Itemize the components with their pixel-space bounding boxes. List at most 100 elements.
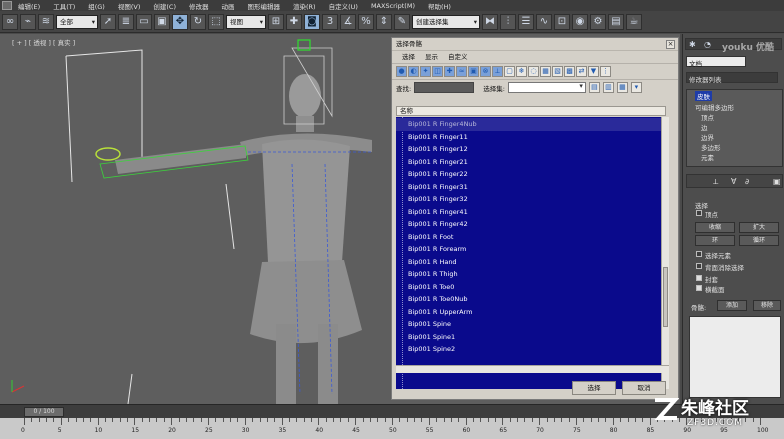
stack-item-polygon[interactable]: 多边形	[701, 142, 721, 152]
select-manipulate-icon[interactable]: ✚	[286, 13, 302, 30]
display-helpers-icon[interactable]: ✚	[444, 66, 455, 77]
selection-set-add-icon[interactable]: ▥	[602, 82, 614, 93]
percent-snap-icon[interactable]: %	[358, 13, 374, 30]
cancel-button[interactable]: 取消	[622, 381, 666, 395]
envelopes-checkbox[interactable]	[696, 275, 702, 281]
stack-item-skin[interactable]: 皮肤	[695, 91, 712, 101]
list-horizontal-scrollbar[interactable]	[396, 365, 669, 373]
display-bones-icon[interactable]: ⟂	[492, 66, 503, 77]
selection-set-dropdown[interactable]	[507, 82, 586, 93]
bones-list[interactable]	[689, 316, 781, 398]
named-selection-sets-dropdown[interactable]: 创建选择集	[412, 14, 480, 29]
dialog-menu-display[interactable]: 显示	[425, 51, 438, 63]
make-unique-icon[interactable]: ∂	[745, 177, 749, 186]
render-setup-icon[interactable]: ⚙	[590, 13, 606, 30]
menu-help[interactable]: 帮助(H)	[424, 1, 460, 11]
reference-coordinate-dropdown[interactable]: 视图	[226, 14, 266, 29]
display-invert-icon[interactable]: ▩	[564, 66, 575, 77]
keyboard-shortcut-icon[interactable]: ◙	[304, 13, 320, 30]
bone-list-item[interactable]: Bip001 Spine2	[396, 343, 661, 356]
menu-create[interactable]: 创建(C)	[149, 1, 185, 11]
display-geometry-icon[interactable]: ●	[396, 66, 407, 77]
add-bone-button[interactable]: 添加	[717, 300, 747, 311]
list-vertical-scrollbar[interactable]	[661, 117, 669, 389]
viewport-label[interactable]: [ + ] [ 透视 ] [ 真实 ]	[12, 37, 75, 47]
scrollbar-thumb[interactable]	[663, 267, 668, 327]
configure-sets-icon[interactable]: ▣	[773, 177, 781, 186]
bone-list-item[interactable]: Bip001 R Hand	[396, 256, 661, 269]
mirror-icon[interactable]: ⧓	[482, 13, 498, 30]
display-lights-icon[interactable]: ✦	[420, 66, 431, 77]
menu-views[interactable]: 视图(V)	[114, 1, 150, 11]
ring-button[interactable]: 环	[695, 235, 735, 246]
menu-group[interactable]: 组(G)	[84, 1, 114, 11]
link-icon[interactable]: ∞	[2, 13, 18, 30]
show-end-result-icon[interactable]: ∀	[731, 177, 736, 186]
selection-set-remove-icon[interactable]: ▦	[616, 82, 628, 93]
dialog-menu-select[interactable]: 选择	[402, 51, 415, 63]
menu-tools[interactable]: 工具(T)	[49, 1, 84, 11]
stack-item-vertex[interactable]: 顶点	[701, 112, 714, 122]
render-icon[interactable]: ☕	[626, 13, 642, 30]
bone-list-item[interactable]: Bip001 R Toe0	[396, 281, 661, 294]
pivot-center-icon[interactable]: ⊞	[268, 13, 284, 30]
snap-3-icon[interactable]: 3	[322, 13, 338, 30]
bone-list-item[interactable]: Bip001 R Finger11	[396, 131, 661, 144]
display-frozen-icon[interactable]: ❄	[516, 66, 527, 77]
bone-list-item[interactable]: Bip001 R Foot	[396, 231, 661, 244]
menu-modifiers[interactable]: 修改器	[185, 1, 218, 11]
selection-filter-dropdown[interactable]: 全部	[56, 14, 98, 29]
display-xrefs-icon[interactable]: ⊗	[480, 66, 491, 77]
cross-sections-checkbox[interactable]	[696, 285, 702, 291]
scale-icon[interactable]: ⬚	[208, 13, 224, 30]
time-slider[interactable]: 0 / 100	[24, 407, 64, 417]
bone-list-item[interactable]: Bip001 R Finger41	[396, 206, 661, 219]
modify-tab-icon[interactable]: ◔	[704, 40, 711, 49]
layer-manager-icon[interactable]: ☰	[518, 13, 534, 30]
display-shapes-icon[interactable]: ◐	[408, 66, 419, 77]
bone-list-item[interactable]: Bip001 R Finger4Nub	[396, 118, 661, 131]
loop-button[interactable]: 循环	[739, 235, 779, 246]
menu-edit[interactable]: 编辑(E)	[14, 1, 49, 11]
bone-list-item[interactable]: Bip001 R Finger12	[396, 143, 661, 156]
filter-icon[interactable]: ▼	[588, 66, 599, 77]
display-cameras-icon[interactable]: ◫	[432, 66, 443, 77]
display-containers-icon[interactable]: ▢	[504, 66, 515, 77]
app-logo-icon[interactable]	[2, 1, 12, 10]
selection-set-save-icon[interactable]: ▤	[588, 82, 600, 93]
object-name-field[interactable]: 文档	[686, 56, 746, 68]
pin-stack-icon[interactable]: ⟂	[713, 177, 718, 187]
menu-rendering[interactable]: 渲染(R)	[289, 1, 325, 11]
bind-space-warp-icon[interactable]: ≋	[38, 13, 54, 30]
sync-selection-icon[interactable]: ⇄	[576, 66, 587, 77]
select-button[interactable]: 选择	[572, 381, 616, 395]
backface-checkbox[interactable]	[696, 263, 702, 269]
display-spacewarps-icon[interactable]: ≈	[456, 66, 467, 77]
bone-list-item[interactable]: Bip001 Spine	[396, 318, 661, 331]
rect-selection-icon[interactable]: ▭	[136, 13, 152, 30]
bone-list-item[interactable]: Bip001 Spine1	[396, 331, 661, 344]
select-element-checkbox[interactable]	[696, 251, 702, 257]
remove-bone-button[interactable]: 移除	[753, 300, 781, 311]
list-column-header[interactable]: 名称	[396, 106, 666, 116]
create-tab-icon[interactable]: ✱	[689, 40, 696, 49]
rotate-icon[interactable]: ↻	[190, 13, 206, 30]
menu-animation[interactable]: 动画	[218, 1, 244, 11]
dialog-menu-customize[interactable]: 自定义	[448, 51, 468, 63]
material-editor-icon[interactable]: ◉	[572, 13, 588, 30]
schematic-view-icon[interactable]: ⊡	[554, 13, 570, 30]
selection-set-options-icon[interactable]: ▾	[630, 82, 642, 93]
spinner-snap-icon[interactable]: ⇕	[376, 13, 392, 30]
filter-options-icon[interactable]: ⋮	[600, 66, 611, 77]
bone-list-item[interactable]: Bip001 R Finger31	[396, 181, 661, 194]
menu-customize[interactable]: 自定义(U)	[325, 1, 367, 11]
display-none-icon[interactable]: ▧	[552, 66, 563, 77]
stack-item-edge[interactable]: 边	[701, 122, 708, 132]
stack-item-editable-poly[interactable]: 可编辑多边形	[695, 102, 734, 112]
menu-maxscript[interactable]: MAXScript(M)	[367, 2, 424, 10]
display-hidden-icon[interactable]: ◌	[528, 66, 539, 77]
window-crossing-icon[interactable]: ▣	[154, 13, 170, 30]
curve-editor-icon[interactable]: ∿	[536, 13, 552, 30]
select-object-icon[interactable]: ➚	[100, 13, 116, 30]
display-groups-icon[interactable]: ▣	[468, 66, 479, 77]
